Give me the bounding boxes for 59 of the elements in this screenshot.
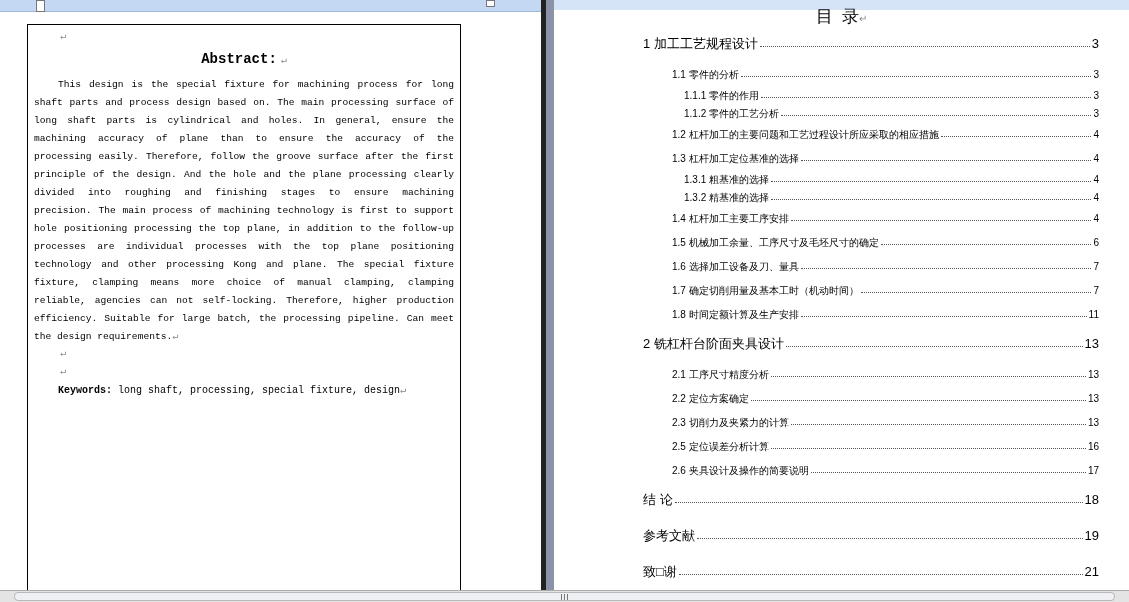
toc-entry-title: 2.2 定位方案确定 (672, 391, 749, 406)
toc-entry-title: 1.3.2 精基准的选择 (684, 190, 770, 205)
toc-entry-title: 2 铣杠杆台阶面夹具设计 (643, 335, 784, 354)
page-number: 7 (1093, 283, 1099, 298)
page-number: 4 (1093, 127, 1099, 142)
page-number: 4 (1093, 151, 1099, 166)
toc-entry-title: 1.3.1 粗基准的选择 (684, 172, 770, 187)
toc-entry-title: 2.6 夹具设计及操作的简要说明 (672, 463, 809, 478)
toc-entry-title: 1.8 时间定额计算及生产安排 (672, 307, 799, 322)
indent-marker-icon[interactable] (486, 0, 495, 7)
toc-entry-title: 2.1 工序尺寸精度分析 (672, 367, 769, 382)
toc-entry-title: 1.3 杠杆加工定位基准的选择 (672, 151, 799, 166)
page-number: 6 (1093, 235, 1099, 250)
split-bar[interactable] (541, 0, 554, 590)
abstract-body: This design is the special fixture for machining process for long shaft parts and process design based on. The main processing surface of long shaft parts is cylindrical and holes. In general, ensure the machining accuracy of plane than to ensure the accuracy of the processing easily. Therefore, follow the groove surface after the first principle of the design. And the hole and the plane processing clearly divided into roughing and finishing stages to ensure machining precision. The main process of machining technology is first to support hole positioning processing the top plane, in addition to the follow-up processes are individual processes with the top plane positioning technology and other processing Kong and plane. The special fixture fixture, clamping means more choice of manual clamping, clamping reliable, agencies can not self-locking. Therefore, higher production efficiency. Suitable for large batch, the processing pipeline. Can meet the design requirements.↵ (34, 78, 454, 344)
toc-entry-title: 致□谢 (643, 563, 677, 582)
toc-entry-title: 参考文献 (643, 527, 695, 546)
page-number: 16 (1087, 439, 1099, 454)
page-number: 11 (1088, 307, 1099, 322)
page-number: 7 (1093, 259, 1099, 274)
page-number: 19 (1084, 527, 1099, 546)
page-number: 21 (1084, 563, 1099, 582)
page-number: 3 (1093, 106, 1099, 121)
page-number: 17 (1087, 463, 1099, 478)
toc-heading: 目 录 (815, 6, 860, 29)
grip-icon (561, 593, 568, 600)
page-number: 3 (1093, 88, 1099, 103)
toc-entry-title: 1.6 选择加工设备及刀、量具 (672, 259, 799, 274)
paragraph-mark: ↵ (59, 365, 68, 379)
keywords-line: Keywords: long shaft, processing, special fixture, design↵ (57, 384, 408, 398)
page-number: 13 (1087, 415, 1099, 430)
horizontal-scrollbar[interactable] (0, 590, 1129, 602)
toc-entry-title: 2.3 切削力及夹紧力的计算 (672, 415, 789, 430)
toc-entry-title: 1.7 确定切削用量及基本工时（机动时间） (672, 283, 859, 298)
toc-entry-title: 1.1 零件的分析 (672, 67, 739, 82)
toc-entry-title: 1.2 杠杆加工的主要问题和工艺过程设计所应采取的相应措施 (672, 127, 939, 142)
toc-entry-title: 1 加工工艺规程设计 (643, 35, 758, 54)
page-number: 13 (1087, 367, 1099, 382)
toc-entry-title: 1.1.1 零件的作用 (684, 88, 760, 103)
scroll-thumb[interactable] (14, 592, 1115, 601)
page-number: 13 (1084, 335, 1099, 354)
paragraph-mark: ↵ (59, 30, 68, 44)
abstract-heading: Abstract: (201, 50, 277, 69)
paragraph-mark: ↵ (280, 54, 287, 68)
toc-entry-title: 1.1.2 零件的工艺分析 (684, 106, 780, 121)
page-number: 4 (1093, 172, 1099, 187)
page-number: 3 (1093, 67, 1099, 82)
page-number: 4 (1093, 190, 1099, 205)
page-number: 4 (1093, 211, 1099, 226)
paragraph-mark: ↵ (859, 13, 868, 27)
page-number: 13 (1087, 391, 1099, 406)
paragraph-mark: ↵ (59, 347, 68, 361)
toc-entry-title: 结 论 (643, 491, 673, 510)
toc-entry-title: 1.4 杠杆加工主要工序安排 (672, 211, 789, 226)
page-number: 3 (1091, 35, 1099, 54)
indent-marker-icon[interactable] (36, 0, 45, 12)
page-number: 18 (1084, 491, 1099, 510)
toc-entry-title: 1.5 机械加工余量、工序尺寸及毛坯尺寸的确定 (672, 235, 879, 250)
toc-entry-title: 2.5 定位误差分析计算 (672, 439, 769, 454)
